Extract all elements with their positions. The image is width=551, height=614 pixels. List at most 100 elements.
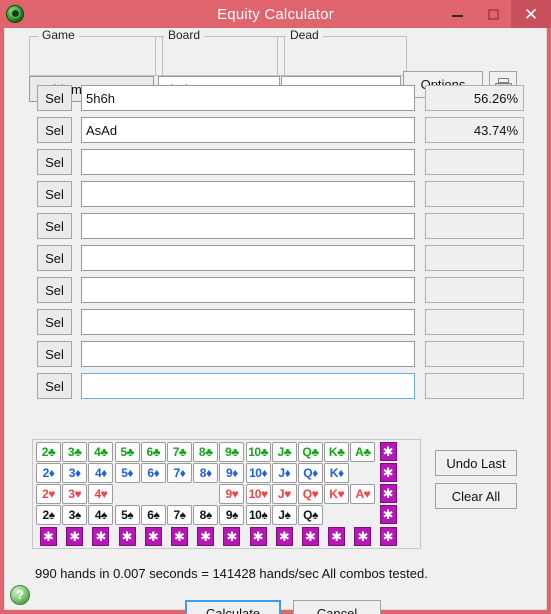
card-2d[interactable]: 2♦ <box>36 463 61 483</box>
undo-last-button[interactable]: Undo Last <box>435 450 517 476</box>
sel-button-3[interactable]: Sel <box>37 149 72 175</box>
wildcard-star-s[interactable]: ✱ <box>379 505 397 524</box>
card-3d[interactable]: 3♦ <box>62 463 88 483</box>
card-6s[interactable]: 6♠ <box>140 505 166 525</box>
card-2c[interactable]: 2♣ <box>36 442 61 462</box>
sel-button-1[interactable]: Sel <box>37 85 72 111</box>
wildcard-star-any[interactable]: ✱ <box>379 527 397 546</box>
wildcard-star-rank-7[interactable]: ✱ <box>171 527 188 546</box>
wildcard-star-rank-Q[interactable]: ✱ <box>302 527 319 546</box>
card-Qd[interactable]: Q♦ <box>298 463 323 483</box>
wildcard-star-rank-8[interactable]: ✱ <box>197 527 215 546</box>
card-Jd[interactable]: J♦ <box>271 463 297 483</box>
card-Js[interactable]: J♠ <box>271 505 297 525</box>
sel-button-9[interactable]: Sel <box>37 341 72 367</box>
hand-input-9[interactable] <box>81 341 415 367</box>
card-Kd[interactable]: K♦ <box>324 463 350 483</box>
card-Ac[interactable]: A♣ <box>350 442 376 462</box>
hand-row: Sel <box>5 210 546 242</box>
hand-input-3[interactable] <box>81 149 415 175</box>
dead-group-label: Dead <box>286 28 323 42</box>
wildcard-star-d[interactable]: ✱ <box>379 463 397 482</box>
hand-input-1[interactable] <box>81 85 415 111</box>
card-slot-empty-7h <box>167 484 192 504</box>
card-9c[interactable]: 9♣ <box>219 442 245 462</box>
sel-button-6[interactable]: Sel <box>37 245 72 271</box>
card-7s[interactable]: 7♠ <box>167 505 192 525</box>
card-5d[interactable]: 5♦ <box>114 463 140 483</box>
card-Kh[interactable]: K♥ <box>324 484 350 504</box>
card-9h[interactable]: 9♥ <box>219 484 245 504</box>
card-slot-empty-Ad <box>350 463 375 483</box>
card-8c[interactable]: 8♣ <box>193 442 219 462</box>
wildcard-star-rank-10[interactable]: ✱ <box>249 527 267 546</box>
wildcard-star-rank-J[interactable]: ✱ <box>275 527 293 546</box>
sel-button-4[interactable]: Sel <box>37 181 72 207</box>
card-Qc[interactable]: Q♣ <box>298 442 323 462</box>
card-9s[interactable]: 9♠ <box>219 505 245 525</box>
card-4c[interactable]: 4♣ <box>88 442 114 462</box>
card-Jc[interactable]: J♣ <box>271 442 297 462</box>
wildcard-star-rank-6[interactable]: ✱ <box>144 527 162 546</box>
hand-input-7[interactable] <box>81 277 415 303</box>
card-10h[interactable]: 10♥ <box>245 484 271 504</box>
sel-button-5[interactable]: Sel <box>37 213 72 239</box>
card-2h[interactable]: 2♥ <box>36 484 61 504</box>
hand-input-6[interactable] <box>81 245 415 271</box>
card-Qs[interactable]: Q♠ <box>298 505 323 525</box>
card-2s[interactable]: 2♠ <box>36 505 61 525</box>
card-4h[interactable]: 4♥ <box>88 484 114 504</box>
wildcard-star-rank-A[interactable]: ✱ <box>354 527 372 546</box>
wildcard-star-rank-3[interactable]: ✱ <box>66 527 84 546</box>
wildcard-star-rank-K[interactable]: ✱ <box>328 527 346 546</box>
status-text: 990 hands in 0.007 seconds = 141428 hand… <box>35 566 428 581</box>
card-8s[interactable]: 8♠ <box>193 505 219 525</box>
card-3c[interactable]: 3♣ <box>62 442 88 462</box>
sel-button-7[interactable]: Sel <box>37 277 72 303</box>
card-10s[interactable]: 10♠ <box>245 505 271 525</box>
card-5s[interactable]: 5♠ <box>114 505 140 525</box>
card-3s[interactable]: 3♠ <box>62 505 88 525</box>
maximize-button[interactable] <box>475 0 511 28</box>
clear-all-button[interactable]: Clear All <box>435 483 517 509</box>
card-Jh[interactable]: J♥ <box>271 484 297 504</box>
hand-input-2[interactable] <box>81 117 415 143</box>
help-icon[interactable]: ? <box>10 585 30 605</box>
wildcard-star-c[interactable]: ✱ <box>379 442 397 461</box>
calculate-button[interactable]: Calculate <box>185 600 281 614</box>
wildcard-star-rank-5[interactable]: ✱ <box>118 527 136 546</box>
wildcard-star-rank-4[interactable]: ✱ <box>92 527 110 546</box>
hand-input-8[interactable] <box>81 309 415 335</box>
hand-input-10[interactable] <box>81 373 415 399</box>
card-Qh[interactable]: Q♥ <box>298 484 323 504</box>
card-3h[interactable]: 3♥ <box>62 484 88 504</box>
card-Ah[interactable]: A♥ <box>350 484 376 504</box>
card-7d[interactable]: 7♦ <box>167 463 192 483</box>
card-6c[interactable]: 6♣ <box>140 442 166 462</box>
card-8d[interactable]: 8♦ <box>193 463 219 483</box>
sel-button-2[interactable]: Sel <box>37 117 72 143</box>
card-slot-empty-5h <box>115 484 140 504</box>
card-selection-grid[interactable]: 2♣ 3♣ 4♣ 5♣ 6♣ 7♣ 8♣ 9♣ 10♣ J♣ Q♣ K♣ A♣ ✱ 2♦ 3♦ 4♦ 5♦ 6♦ 7♦… <box>32 439 421 549</box>
wildcard-star-rank-9[interactable]: ✱ <box>223 527 241 546</box>
wildcard-star-rank-2[interactable]: ✱ <box>40 527 57 546</box>
card-row-wildcards: ✱ ✱ ✱ ✱ ✱ ✱ ✱ ✱ ✱ ✱ ✱ ✱ ✱ ✱ <box>36 527 419 548</box>
close-button[interactable]: ✕ <box>511 0 551 28</box>
card-9d[interactable]: 9♦ <box>219 463 245 483</box>
hand-input-5[interactable] <box>81 213 415 239</box>
wildcard-star-h[interactable]: ✱ <box>379 484 397 503</box>
card-6d[interactable]: 6♦ <box>140 463 166 483</box>
card-slot-empty-Ks <box>324 505 349 525</box>
sel-button-10[interactable]: Sel <box>37 373 72 399</box>
cancel-button[interactable]: Cancel <box>293 600 381 614</box>
card-5c[interactable]: 5♣ <box>114 442 140 462</box>
card-4s[interactable]: 4♠ <box>88 505 114 525</box>
card-4d[interactable]: 4♦ <box>88 463 114 483</box>
sel-button-8[interactable]: Sel <box>37 309 72 335</box>
card-10c[interactable]: 10♣ <box>245 442 271 462</box>
card-7c[interactable]: 7♣ <box>167 442 192 462</box>
card-10d[interactable]: 10♦ <box>245 463 271 483</box>
minimize-button[interactable] <box>439 0 475 28</box>
card-Kc[interactable]: K♣ <box>324 442 350 462</box>
hand-input-4[interactable] <box>81 181 415 207</box>
